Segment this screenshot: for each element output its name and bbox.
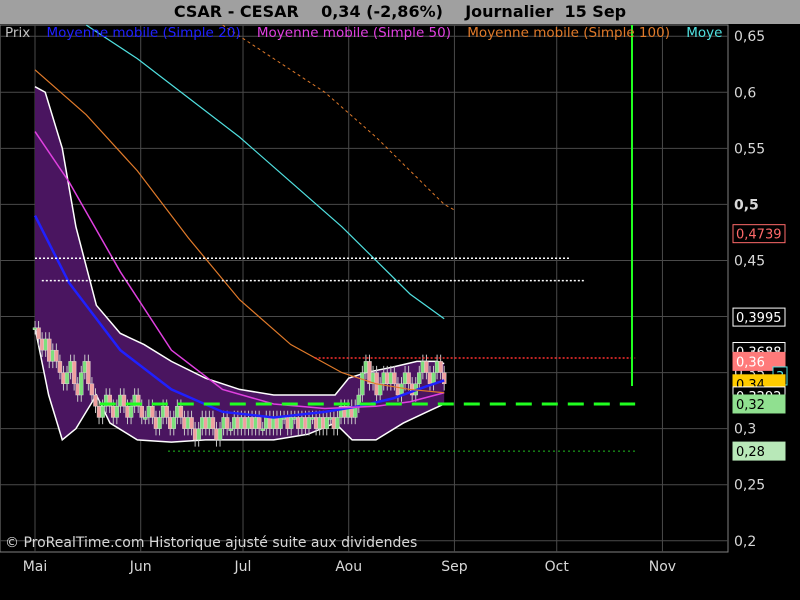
- legend-item: Prix: [5, 25, 31, 41]
- candle-body: [164, 406, 169, 418]
- candle-body: [406, 372, 411, 385]
- y-tick-label: 0,65: [734, 29, 765, 45]
- y-tick-label: 0,2: [734, 534, 756, 550]
- chart-legend: Prix Moyenne mobile (Simple 20) Moyenne …: [5, 25, 727, 41]
- y-tick-label: 0,3: [734, 422, 756, 438]
- candle-body: [377, 383, 383, 396]
- candle-body: [54, 349, 59, 362]
- candle-body: [178, 406, 184, 418]
- x-tick-label: Oct: [545, 559, 570, 575]
- legend-item: Moyenne mobile (Simple 100): [467, 25, 670, 41]
- candle-body: [256, 417, 262, 429]
- x-tick-label: Jul: [234, 559, 252, 575]
- candle-body: [217, 428, 223, 441]
- candle-body: [86, 361, 91, 385]
- title-quote: 0,34 (-2,86%): [321, 2, 443, 21]
- y-tick-label: 0,5: [734, 197, 759, 213]
- legend-item: Moye: [686, 25, 723, 41]
- x-tick-label: Mai: [23, 559, 48, 575]
- price-badge-label: 0,28: [736, 445, 765, 460]
- y-tick-label: 0,6: [734, 85, 756, 101]
- price-badge-label: 0,36: [736, 355, 765, 370]
- chart-title: CSAR - CESAR 0,34 (-2,86%) Journalier 15…: [0, 0, 800, 24]
- candle-body: [228, 428, 233, 431]
- candle-body: [210, 417, 216, 429]
- candle-body: [224, 417, 230, 429]
- candle-body: [189, 417, 194, 429]
- candle-body: [360, 372, 365, 396]
- candle-body: [335, 417, 340, 429]
- candle-body: [399, 383, 404, 396]
- title-period: Journalier: [465, 2, 554, 21]
- candle-body: [143, 417, 148, 420]
- x-tick-label: Sep: [441, 559, 468, 575]
- candle-body: [438, 361, 443, 373]
- chart-grid: [0, 24, 729, 553]
- candle-body: [196, 428, 201, 441]
- candle-body: [150, 406, 155, 418]
- candle-body: [114, 406, 120, 418]
- candle-body: [93, 394, 98, 407]
- y-tick-label: 0,25: [734, 478, 765, 494]
- x-axis: Mai Jun Jul Aou Sep Oct Nov: [23, 559, 676, 575]
- candle-body: [392, 372, 397, 385]
- candle-body: [64, 372, 70, 385]
- title-date: 15 Sep: [564, 2, 627, 21]
- credit-text: © ProRealTime.com Historique ajusté suit…: [5, 535, 418, 551]
- candle-body: [128, 406, 134, 418]
- candle-body: [121, 394, 127, 407]
- title-symbol: CSAR - CESAR: [173, 2, 299, 21]
- y-tick-label: 0,45: [734, 253, 765, 269]
- candle-body: [431, 372, 436, 385]
- candle-body: [57, 361, 63, 373]
- x-tick-label: Nov: [649, 559, 676, 575]
- candle-body: [157, 417, 162, 429]
- price-badge-label: 0,32: [736, 398, 765, 413]
- price-badge-label: 0,3995: [736, 311, 782, 326]
- plot-frame: [0, 24, 729, 553]
- candle-body: [424, 361, 429, 373]
- candle-body: [139, 406, 144, 418]
- candle-body: [171, 417, 176, 429]
- y-axis: 0,650,60,550,50,450,40,350,30,250,2: [734, 29, 765, 550]
- price-chart: 0,650,60,550,50,450,40,350,30,250,2 MaiJ…: [0, 24, 788, 575]
- candle-body: [36, 327, 41, 340]
- candle-body: [71, 361, 77, 385]
- legend-item: Moyenne mobile (Simple 20): [46, 25, 241, 41]
- x-tick-label: Aou: [335, 559, 362, 575]
- candle-body: [417, 372, 422, 385]
- x-tick-label: Jun: [129, 559, 152, 575]
- candle-body: [100, 406, 105, 418]
- candle-body: [89, 383, 95, 396]
- price-badge-label: 0,4739: [736, 228, 782, 243]
- legend-item: Moyenne mobile (Simple 50): [256, 25, 451, 41]
- candle-body: [260, 428, 265, 431]
- candle-body: [79, 372, 84, 396]
- y-tick-label: 0,55: [734, 141, 765, 157]
